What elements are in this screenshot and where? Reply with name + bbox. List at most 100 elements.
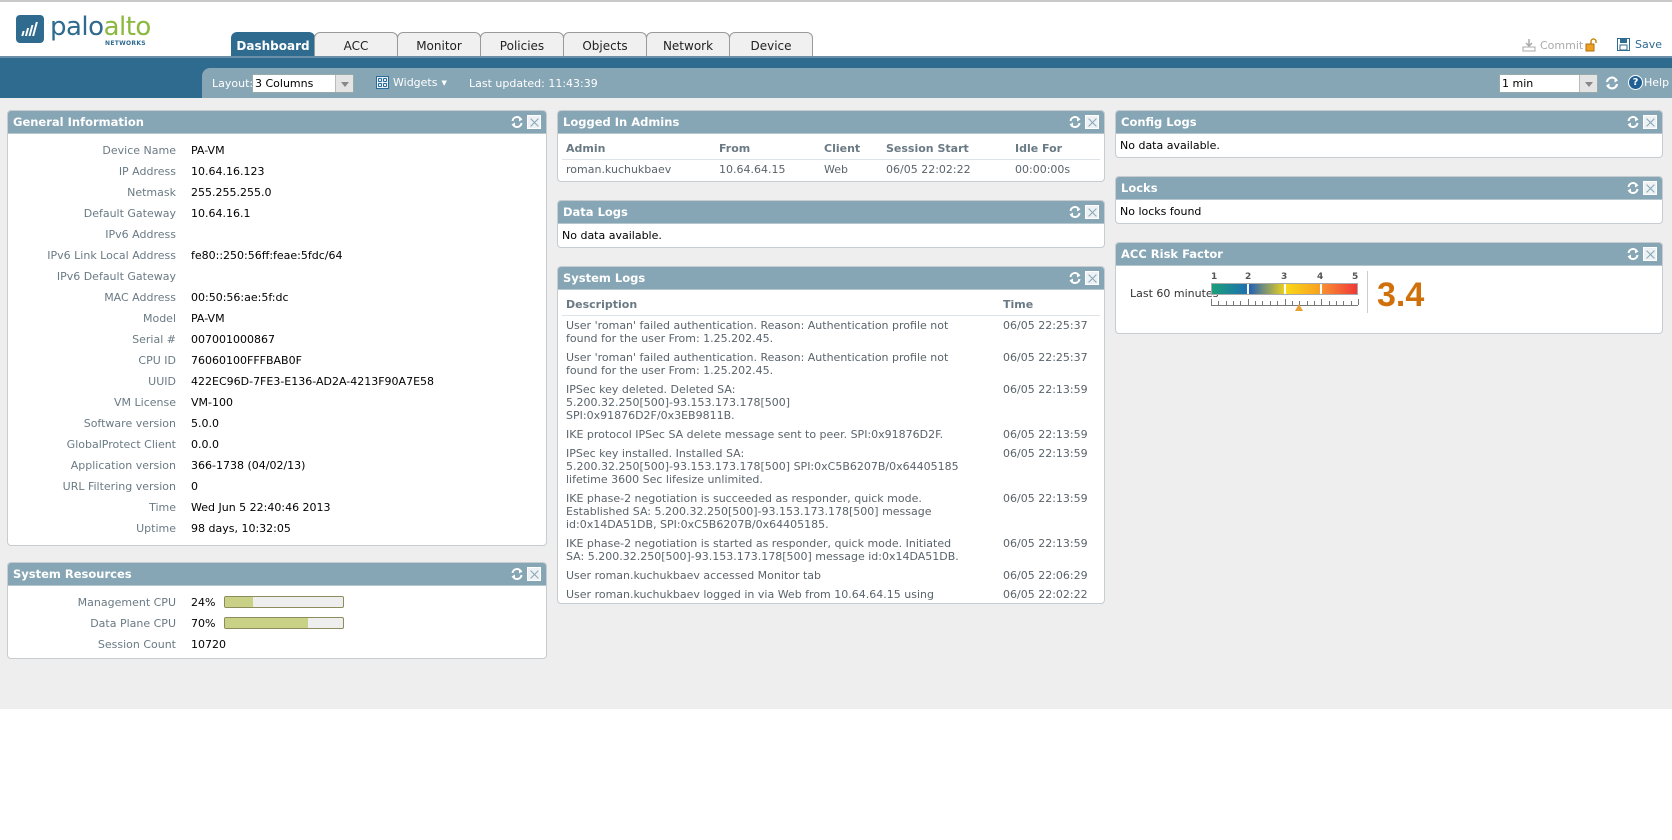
commit-button[interactable]: Commit xyxy=(1522,38,1583,52)
cell-description: IPSec key deleted. Deleted SA: 5.200.32.… xyxy=(566,382,791,422)
risk-tick xyxy=(1240,301,1242,305)
cell-time: 06/05 22:13:59 xyxy=(1003,427,1088,441)
close-icon[interactable] xyxy=(1643,181,1657,195)
tab-acc[interactable]: ACC xyxy=(314,32,398,58)
info-row: CPU ID 76060100FFFBAB0F xyxy=(8,350,546,371)
info-value: 007001000867 xyxy=(191,333,275,346)
refresh-icon[interactable] xyxy=(1626,115,1640,129)
info-label: Uptime xyxy=(136,522,176,535)
info-label: VM License xyxy=(114,396,176,409)
info-row: Model PA-VM xyxy=(8,308,546,329)
tab-monitor[interactable]: Monitor xyxy=(397,32,481,58)
resource-value: 70% xyxy=(191,617,216,630)
cell-time: 06/05 22:25:37 xyxy=(1003,350,1088,364)
table-row: User 'roman' failed authentication. Reas… xyxy=(562,315,1100,348)
refresh-interval-value: 1 min xyxy=(1502,77,1534,90)
info-row: GlobalProtect Client 0.0.0 xyxy=(8,434,546,455)
refresh-interval-select[interactable]: 1 min xyxy=(1499,74,1598,93)
widgets-menu[interactable]: Widgets ▼ xyxy=(376,76,447,89)
refresh-icon[interactable] xyxy=(1626,181,1640,195)
table-row: IKE phase-2 negotiation is succeeded as … xyxy=(562,489,1100,534)
column-header-admin[interactable]: Admin xyxy=(562,138,715,160)
column-header-idle-for[interactable]: Idle For xyxy=(1011,138,1100,160)
scale-tick-label: 2 xyxy=(1245,272,1252,282)
close-icon[interactable] xyxy=(1643,115,1657,129)
widget-title: Locks xyxy=(1121,181,1158,195)
info-label: CPU ID xyxy=(138,354,176,367)
risk-tick xyxy=(1211,299,1212,305)
close-icon[interactable] xyxy=(527,115,541,129)
info-row: Device Name PA-VM xyxy=(8,140,546,161)
info-label: Model xyxy=(142,312,176,325)
widget-title: Data Logs xyxy=(563,205,628,219)
risk-tick xyxy=(1321,299,1323,305)
risk-period-label: Last 60 minutes xyxy=(1130,287,1219,300)
close-icon[interactable] xyxy=(1085,271,1099,285)
info-row: Application version 366-1738 (04/02/13) xyxy=(8,455,546,476)
header: paloalto NETWORKS Dashboard ACC Monitor … xyxy=(0,2,1672,58)
info-value: 0.0.0 xyxy=(191,438,219,451)
cell-description: IKE phase-2 negotiation is succeeded as … xyxy=(566,491,932,531)
close-icon[interactable] xyxy=(1643,247,1657,261)
divider xyxy=(1367,271,1368,313)
refresh-icon[interactable] xyxy=(1068,115,1082,129)
chevron-down-icon xyxy=(335,75,353,92)
widget-header: Config Logs xyxy=(1116,111,1662,134)
refresh-icon[interactable] xyxy=(1604,75,1620,91)
logo-primary: palo xyxy=(50,12,104,42)
empty-message: No locks found xyxy=(1120,205,1202,218)
risk-segment xyxy=(1285,284,1323,294)
cell-description: User 'roman' failed authentication. Reas… xyxy=(566,350,949,377)
risk-ticks xyxy=(1211,298,1359,306)
tab-dashboard[interactable]: Dashboard xyxy=(231,32,315,58)
column-header-session-start[interactable]: Session Start xyxy=(882,138,1011,160)
info-row: Default Gateway 10.64.16.1 xyxy=(8,203,546,224)
info-value: 366-1738 (04/02/13) xyxy=(191,459,306,472)
layout-select[interactable]: 3 Columns xyxy=(252,74,354,93)
widgets-grid-icon xyxy=(376,76,389,89)
widget-header: Locks xyxy=(1116,177,1662,200)
unlock-icon[interactable] xyxy=(1584,38,1598,52)
risk-tick xyxy=(1269,301,1271,305)
tab-policies[interactable]: Policies xyxy=(480,32,564,58)
widget-title: Config Logs xyxy=(1121,115,1197,129)
info-value: 10.64.16.123 xyxy=(191,165,265,178)
tab-network[interactable]: Network xyxy=(646,32,730,58)
refresh-icon[interactable] xyxy=(510,567,524,581)
logo-accent: alto xyxy=(103,12,152,42)
column-header-from[interactable]: From xyxy=(715,138,820,160)
risk-tick xyxy=(1328,301,1330,305)
refresh-icon[interactable] xyxy=(1626,247,1640,261)
logo-text: paloalto xyxy=(50,14,151,40)
refresh-icon[interactable] xyxy=(510,115,524,129)
info-value: 00:50:56:ae:5f:dc xyxy=(191,291,289,304)
risk-scale-labels: 1 2 3 4 5 xyxy=(1211,272,1358,283)
close-icon[interactable] xyxy=(527,567,541,581)
tab-device[interactable]: Device xyxy=(729,32,813,58)
refresh-icon[interactable] xyxy=(1068,205,1082,219)
info-label: Default Gateway xyxy=(83,207,176,220)
close-icon[interactable] xyxy=(1085,115,1099,129)
data-plane-cpu-bar xyxy=(224,617,344,629)
save-button[interactable]: Save xyxy=(1617,38,1662,51)
close-icon[interactable] xyxy=(1085,205,1099,219)
tab-objects[interactable]: Objects xyxy=(563,32,647,58)
refresh-icon[interactable] xyxy=(1068,271,1082,285)
system-logs-table: Description Time User 'roman' failed aut… xyxy=(562,294,1100,603)
widget-config-logs: Config Logs No data available. xyxy=(1115,110,1663,158)
widget-header: System Resources xyxy=(8,563,546,586)
column-header-time[interactable]: Time xyxy=(999,294,1100,316)
cell-session-start: 06/05 22:02:22 xyxy=(886,162,971,176)
general-info-list: Device Name PA-VM IP Address 10.64.16.123 Ne… xyxy=(8,134,546,539)
management-cpu-bar xyxy=(224,596,344,608)
risk-tick xyxy=(1225,301,1227,305)
bar-fill xyxy=(225,597,254,607)
risk-segment xyxy=(1248,284,1286,294)
resource-value: 24% xyxy=(191,596,216,609)
help-button[interactable]: ? Help xyxy=(1628,75,1669,90)
column-header-client[interactable]: Client xyxy=(820,138,882,160)
info-row: Uptime 98 days, 10:32:05 xyxy=(8,518,546,539)
caret-down-icon: ▼ xyxy=(441,78,447,87)
resource-label: Management CPU xyxy=(77,596,176,609)
column-header-description[interactable]: Description xyxy=(562,294,999,316)
